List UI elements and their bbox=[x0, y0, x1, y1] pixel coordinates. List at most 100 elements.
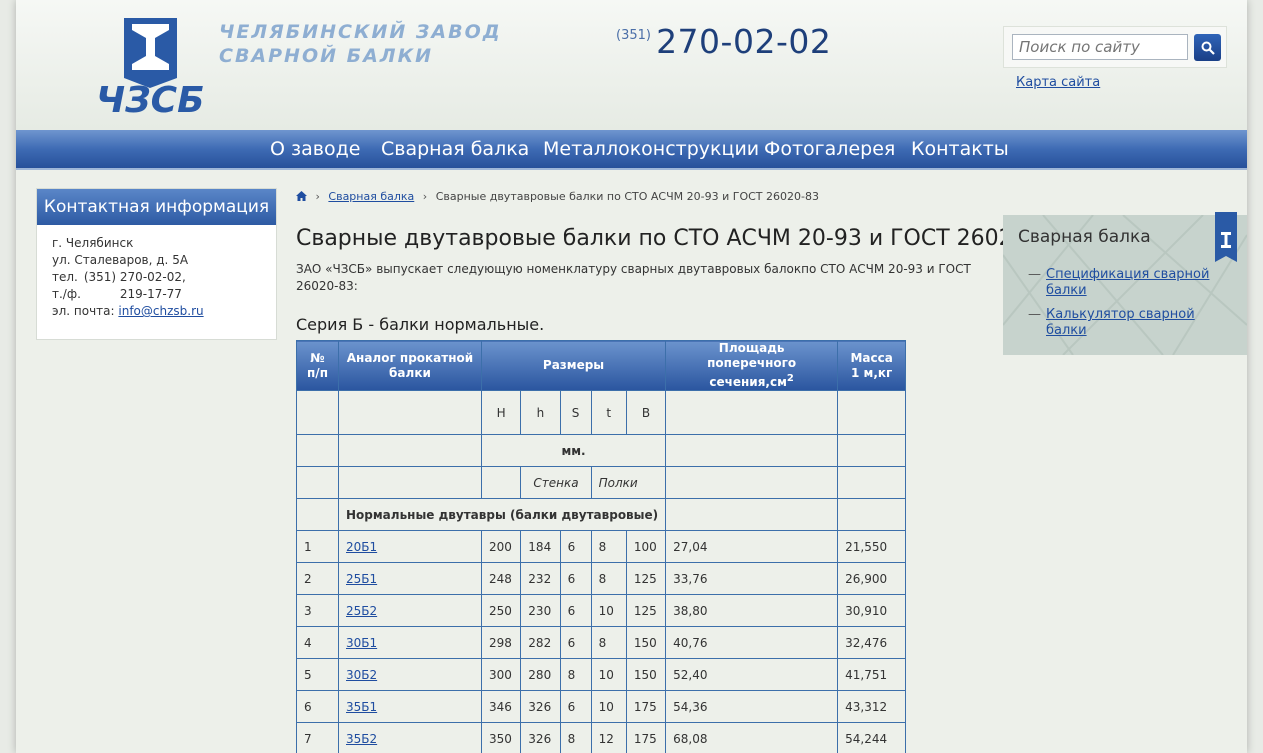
col-H: H bbox=[480, 390, 522, 435]
search-input[interactable] bbox=[1012, 34, 1188, 60]
beam-link[interactable]: 20Б1 bbox=[346, 540, 377, 554]
row-mass-cell: 30,910 bbox=[837, 594, 907, 627]
col-h: h bbox=[520, 390, 561, 435]
header-area: Площадь поперечного сечения,см2 bbox=[665, 340, 839, 391]
nav-item-welded-beam[interactable]: Сварная балка bbox=[381, 138, 529, 160]
row-name-cell: 30Б1 bbox=[338, 626, 482, 659]
nav-item-gallery[interactable]: Фотогалерея bbox=[764, 138, 895, 160]
breadcrumb: › Сварная балка › Сварные двутавровые ба… bbox=[296, 190, 819, 203]
row-B-cell: 175 bbox=[625, 690, 667, 723]
row-area-cell: 52,40 bbox=[665, 658, 839, 691]
col-B: B bbox=[625, 390, 667, 435]
header-num: № п/п bbox=[296, 340, 339, 391]
table-body: 1 20Б1 200 184 6 8 100 27,04 21,550 2 25Б1 248 232 6 8… bbox=[296, 530, 907, 753]
list-item: — Спецификация сварной балки bbox=[1028, 267, 1210, 298]
row-B-cell: 150 bbox=[625, 626, 667, 659]
table-row: 4 30Б1 298 282 6 8 150 40,76 32,476 bbox=[296, 626, 907, 659]
header-mass: Масса 1 м,кг bbox=[837, 340, 907, 391]
row-h-cell: 232 bbox=[520, 562, 561, 595]
email-link[interactable]: info@chzsb.ru bbox=[118, 304, 203, 318]
row-S-cell: 8 bbox=[559, 722, 592, 753]
table-row: 6 35Б1 346 326 6 10 175 54,36 43,312 bbox=[296, 690, 907, 723]
nav-item-about[interactable]: О заводе bbox=[270, 138, 360, 160]
table-header-row: № п/п Аналог прокатной балки Размеры Пло… bbox=[296, 340, 907, 391]
row-B-cell: 125 bbox=[625, 562, 667, 595]
row-name-cell: 30Б2 bbox=[338, 658, 482, 691]
table-row: 7 35Б2 350 326 8 12 175 68,08 54,244 bbox=[296, 722, 907, 753]
row-H-cell: 346 bbox=[480, 690, 522, 723]
row-area-cell: 38,80 bbox=[665, 594, 839, 627]
brand-title-line2: СВАРНОЙ БАЛКИ bbox=[219, 45, 434, 67]
contact-panel: Контактная информация г. Челябинск ул. С… bbox=[36, 188, 277, 340]
header-phone: (351) 270-02-02 bbox=[616, 22, 831, 61]
row-h-cell: 230 bbox=[520, 594, 561, 627]
row-B-cell: 175 bbox=[625, 722, 667, 753]
row-mass-cell: 43,312 bbox=[837, 690, 907, 723]
row-num-cell: 2 bbox=[296, 562, 339, 595]
unit-label: мм. bbox=[480, 434, 667, 467]
phone-code: (351) bbox=[616, 28, 651, 43]
breadcrumb-link[interactable]: Сварная балка bbox=[328, 190, 414, 203]
nav-item-contacts[interactable]: Контакты bbox=[911, 138, 1009, 160]
beam-link[interactable]: 35Б1 bbox=[346, 700, 377, 714]
logo-icon[interactable]: ЧЗСБ bbox=[94, 16, 210, 116]
table-row: 2 25Б1 248 232 6 8 125 33,76 26,900 bbox=[296, 562, 907, 595]
row-h-cell: 282 bbox=[520, 626, 561, 659]
flanges-label: Полки bbox=[590, 466, 667, 499]
right-panel: Сварная балка — Спецификация сварной бал… bbox=[1003, 215, 1247, 355]
row-num-cell: 4 bbox=[296, 626, 339, 659]
table-row: 5 30Б2 300 280 8 10 150 52,40 41,751 bbox=[296, 658, 907, 691]
contact-fax: т./ф. 219-17-77 bbox=[52, 286, 261, 303]
beam-link[interactable]: 25Б2 bbox=[346, 604, 377, 618]
row-area-cell: 27,04 bbox=[665, 530, 839, 563]
row-t-cell: 8 bbox=[590, 626, 627, 659]
row-name-cell: 35Б1 bbox=[338, 690, 482, 723]
beam-link[interactable]: 35Б2 bbox=[346, 732, 377, 746]
search-box bbox=[1003, 26, 1227, 68]
row-name-cell: 25Б2 bbox=[338, 594, 482, 627]
row-t-cell: 8 bbox=[590, 530, 627, 563]
row-mass-cell: 32,476 bbox=[837, 626, 907, 659]
table-row: 1 20Б1 200 184 6 8 100 27,04 21,550 bbox=[296, 530, 907, 563]
spec-link[interactable]: Спецификация сварной балки bbox=[1046, 267, 1209, 298]
row-t-cell: 10 bbox=[590, 658, 627, 691]
col-t: t bbox=[590, 390, 627, 435]
beam-link[interactable]: 30Б1 bbox=[346, 636, 377, 650]
breadcrumb-separator: › bbox=[422, 190, 428, 203]
row-name-cell: 25Б1 bbox=[338, 562, 482, 595]
brand-title-line1: ЧЕЛЯБИНСКИЙ ЗАВОД bbox=[219, 21, 502, 43]
beam-link[interactable]: 30Б2 bbox=[346, 668, 377, 682]
row-B-cell: 150 bbox=[625, 658, 667, 691]
table-subheader-row: H h S t B bbox=[296, 390, 907, 435]
row-area-cell: 54,36 bbox=[665, 690, 839, 723]
list-item: — Калькулятор сварной балки bbox=[1028, 307, 1195, 338]
tel-label: тел. bbox=[52, 270, 78, 284]
intro-text: ЗАО «ЧЗСБ» выпускает следующую номенклат… bbox=[296, 262, 971, 293]
col-S: S bbox=[559, 390, 592, 435]
header-area-sup: 2 bbox=[786, 373, 794, 384]
beam-link[interactable]: 25Б1 bbox=[346, 572, 377, 586]
sitemap-link[interactable]: Карта сайта bbox=[1016, 75, 1100, 90]
row-num-cell: 7 bbox=[296, 722, 339, 753]
row-mass-cell: 54,244 bbox=[837, 722, 907, 753]
home-icon[interactable] bbox=[296, 191, 307, 201]
calculator-link[interactable]: Калькулятор сварной балки bbox=[1046, 307, 1195, 338]
table-group-row: Нормальные двутавры (балки двутавровые) bbox=[296, 498, 907, 531]
row-area-cell: 33,76 bbox=[665, 562, 839, 595]
fax-label: т./ф. bbox=[52, 287, 81, 301]
contact-address: ул. Сталеваров, д. 5А bbox=[52, 253, 189, 267]
logo-text: ЧЗСБ bbox=[96, 80, 205, 116]
search-button[interactable] bbox=[1194, 34, 1221, 61]
contact-email: эл. почта: info@chzsb.ru bbox=[52, 303, 261, 320]
beam-spec-table: № п/п Аналог прокатной балки Размеры Пло… bbox=[296, 340, 907, 753]
right-panel-list: — Спецификация сварной балки — Калькулят… bbox=[1028, 267, 1228, 347]
header-dims: Размеры bbox=[480, 340, 667, 391]
wall-label: Стенка bbox=[520, 466, 592, 499]
row-t-cell: 8 bbox=[590, 562, 627, 595]
header: ЧЗСБ ЧЕЛЯБИНСКИЙ ЗАВОД СВАРНОЙ БАЛКИ (35… bbox=[16, 0, 1247, 130]
nav-item-metal-structures[interactable]: Металлоконструкции bbox=[543, 138, 759, 160]
row-S-cell: 6 bbox=[559, 562, 592, 595]
row-H-cell: 300 bbox=[480, 658, 522, 691]
table-unit-row: мм. bbox=[296, 434, 907, 467]
row-H-cell: 298 bbox=[480, 626, 522, 659]
